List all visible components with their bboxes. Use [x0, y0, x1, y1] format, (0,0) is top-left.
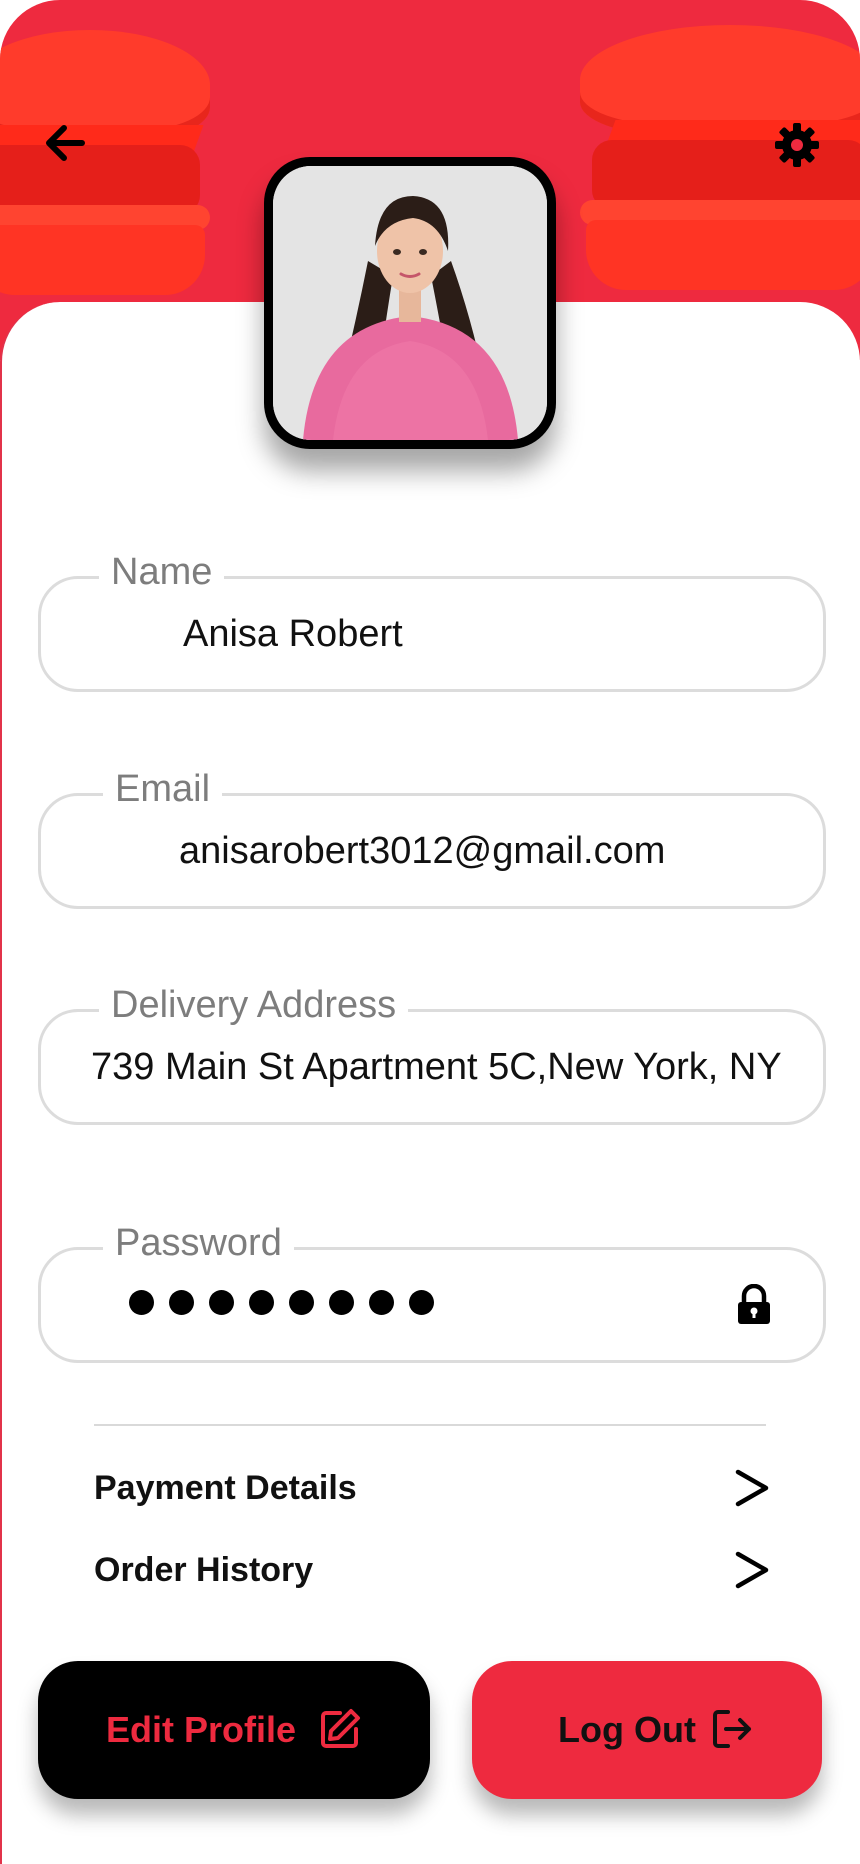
burger-image-left [0, 30, 210, 310]
logout-button[interactable]: Log Out [472, 1661, 822, 1799]
payment-details-row[interactable]: Payment Details [94, 1458, 774, 1518]
delivery-address-value[interactable]: 739 Main St Apartment 5C,New York, NY [91, 1012, 782, 1122]
payment-details-label: Payment Details [94, 1469, 357, 1507]
logout-icon [713, 1710, 751, 1748]
avatar[interactable] [264, 157, 556, 449]
delivery-address-field[interactable]: Delivery Address 739 Main St Apartment 5… [38, 978, 826, 1125]
password-dot [209, 1290, 234, 1315]
edit-profile-button[interactable]: Edit Profile [38, 1661, 430, 1799]
divider [94, 1424, 766, 1426]
password-label: Password [103, 1216, 294, 1270]
settings-button[interactable] [772, 120, 822, 170]
name-value[interactable]: Anisa Robert [183, 579, 403, 689]
password-dot [369, 1290, 394, 1315]
avatar-photo [273, 166, 547, 440]
edit-profile-label: Edit Profile [106, 1709, 297, 1750]
password-dot [329, 1290, 354, 1315]
arrow-left-icon [46, 125, 85, 161]
password-dot [129, 1290, 154, 1315]
logout-label: Log Out [558, 1709, 696, 1750]
name-field[interactable]: Name Anisa Robert [38, 545, 826, 692]
password-dot [249, 1290, 274, 1315]
back-button[interactable] [40, 118, 90, 168]
password-dot [409, 1290, 434, 1315]
chevron-right-icon [735, 1551, 769, 1589]
password-dot [289, 1290, 314, 1315]
gear-icon [775, 123, 819, 167]
profile-screen: Name Anisa Robert Email anisarobert3012@… [0, 0, 860, 1864]
email-field[interactable]: Email anisarobert3012@gmail.com [38, 762, 826, 909]
chevron-right-icon [735, 1469, 769, 1507]
order-history-row[interactable]: Order History [94, 1540, 774, 1600]
password-field[interactable]: Password [38, 1216, 826, 1363]
password-dot [169, 1290, 194, 1315]
email-value[interactable]: anisarobert3012@gmail.com [179, 796, 665, 906]
order-history-label: Order History [94, 1551, 314, 1589]
edit-icon [321, 1709, 360, 1748]
lock-icon[interactable] [735, 1284, 773, 1326]
password-mask[interactable] [129, 1290, 434, 1315]
